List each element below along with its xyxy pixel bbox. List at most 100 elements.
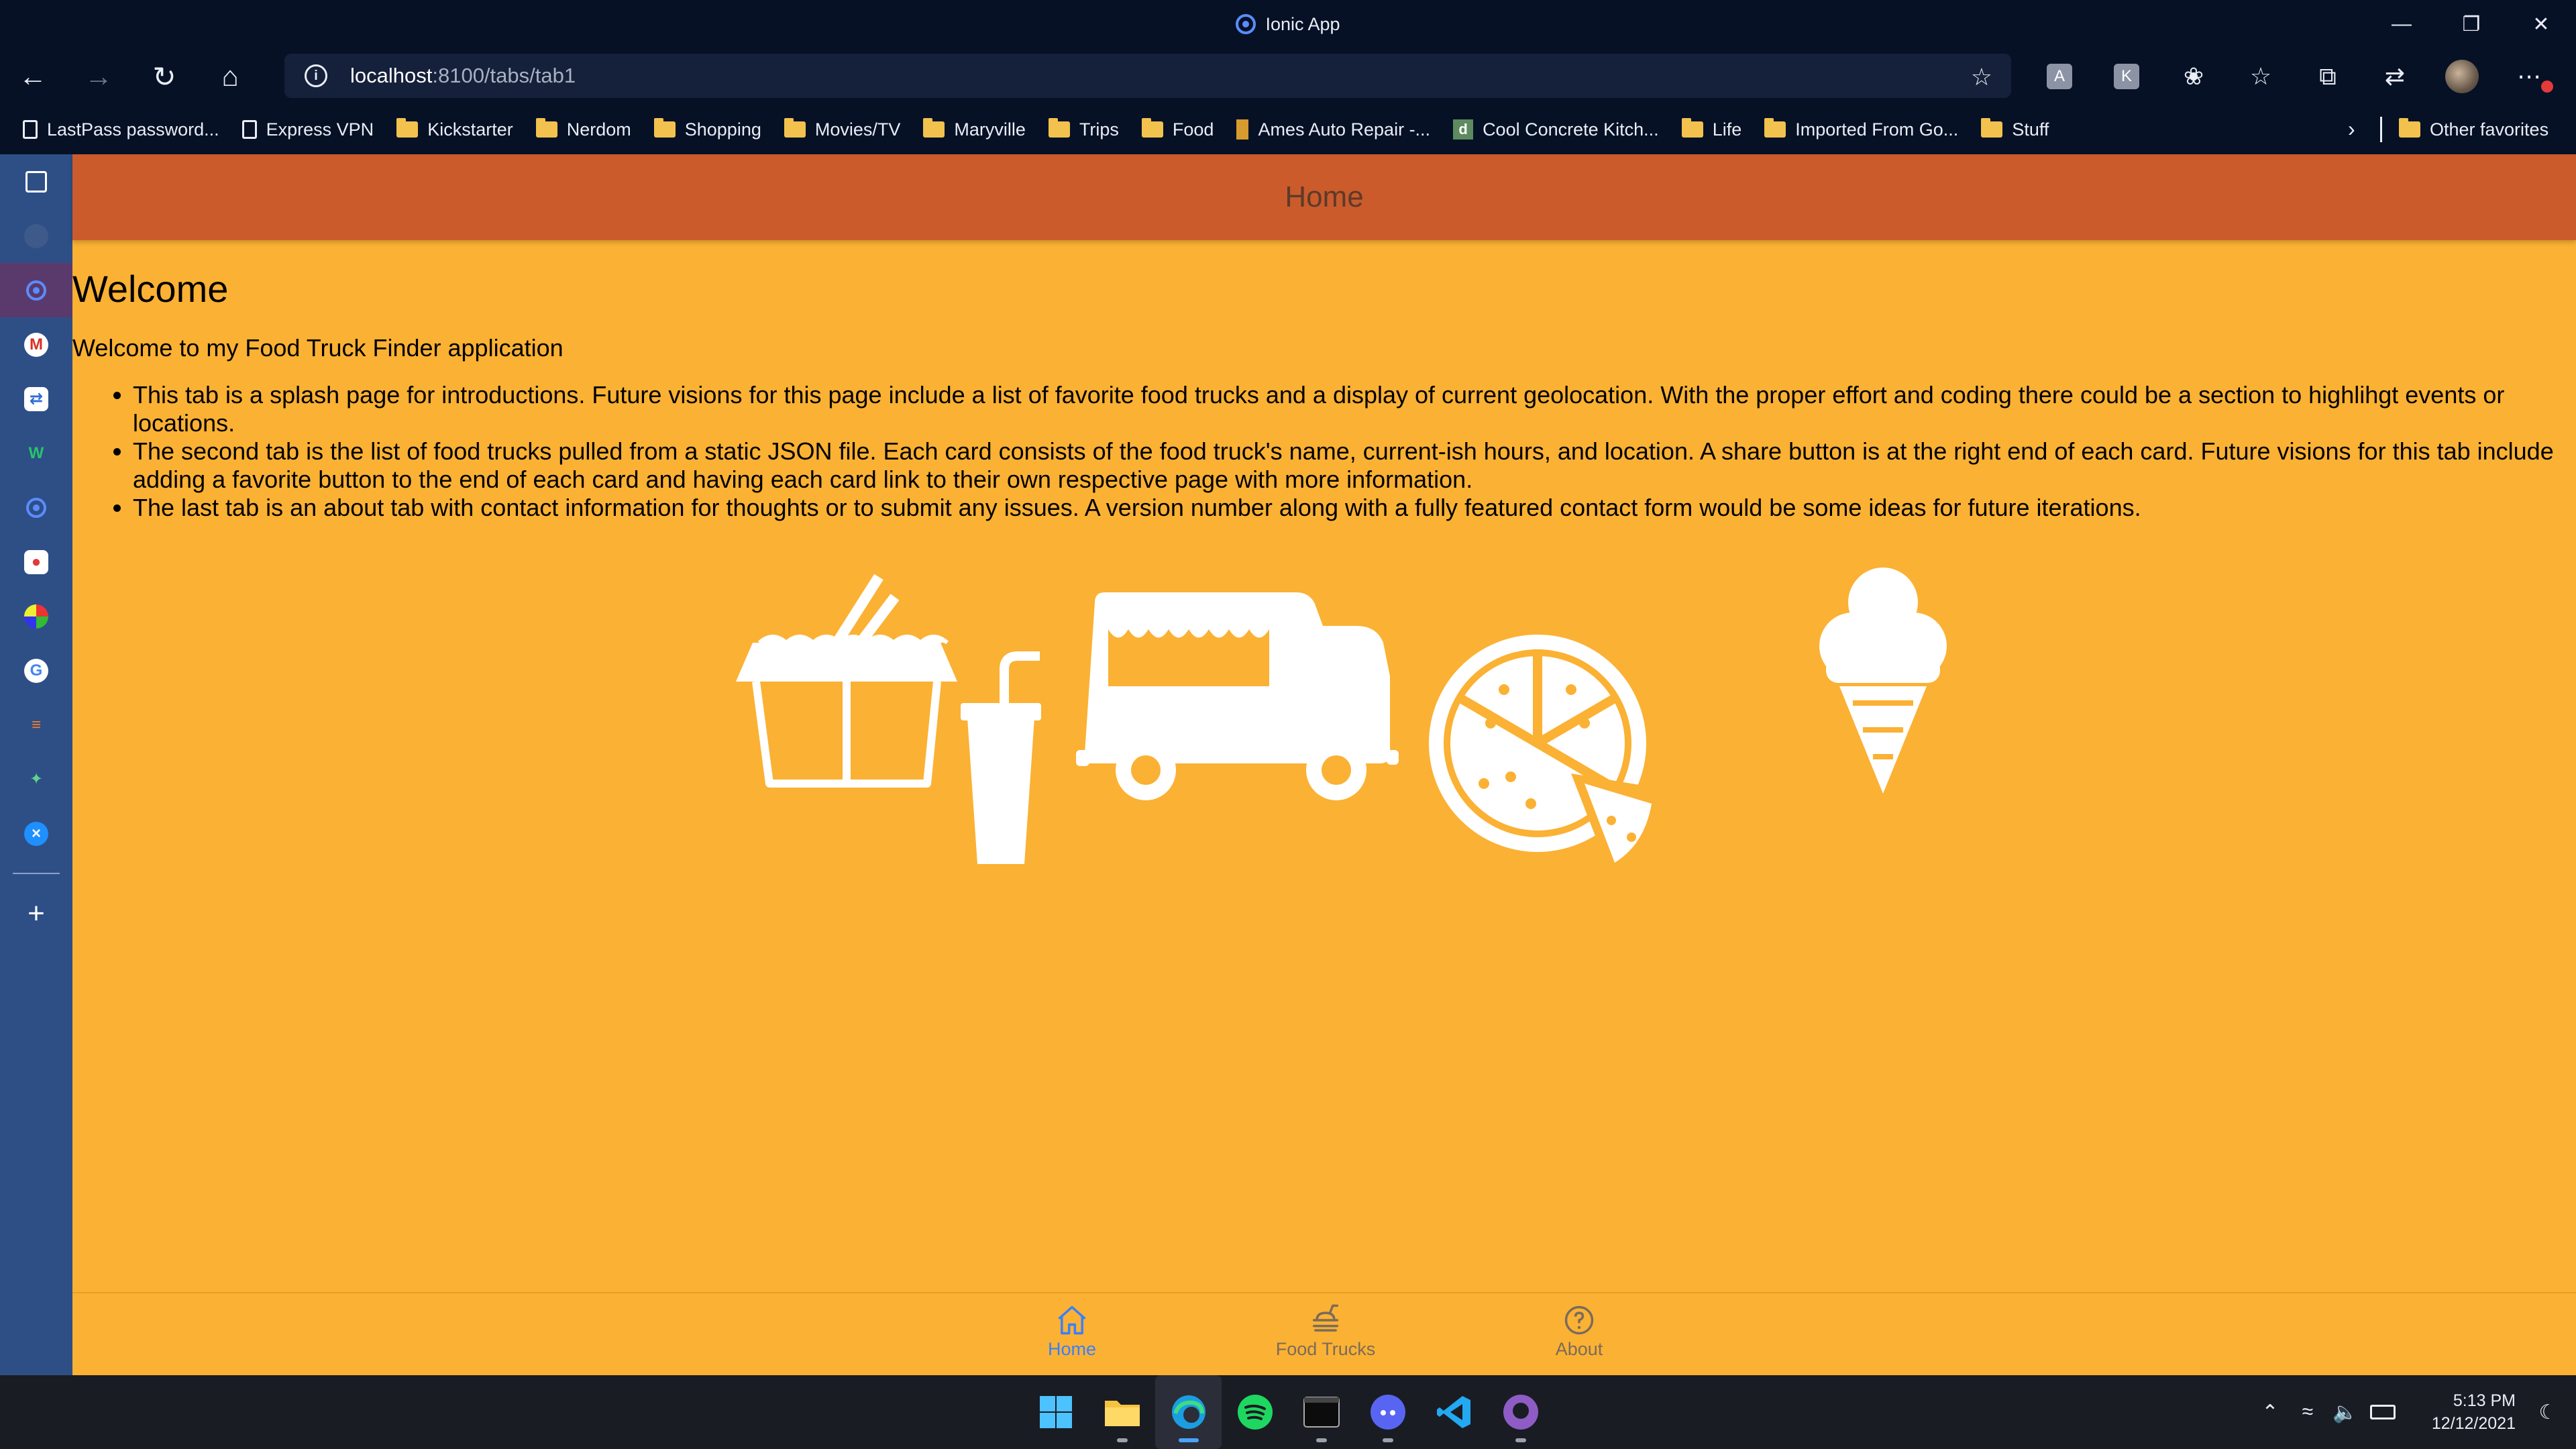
sidebar-tab-actions[interactable] [0,154,72,209]
sync-icon: ⇄ [2384,62,2406,90]
folder-icon [535,118,557,138]
battery-button[interactable] [2364,1375,2402,1449]
clock-button[interactable]: 5:13 PM 12/12/2021 [2402,1389,2516,1435]
browser-toolbar: ← → ↻ ⌂ i localhost:8100/tabs/tab1 ☆ A K… [0,48,2576,105]
sidebar-ionic-tab[interactable] [0,263,72,317]
bookmark-item[interactable]: Food [1141,118,1214,140]
bookmark-item[interactable]: LastPass password... [23,119,219,140]
sidebar-xbox[interactable]: × [0,806,72,861]
extension-k-button[interactable]: K [2093,48,2160,105]
bookmark-label: Food [1172,119,1214,140]
show-hidden-icons-button[interactable]: ⌃ [2251,1375,2289,1449]
bookmark-item[interactable]: Ames Auto Repair -... [1236,119,1430,140]
sidebar-stack[interactable]: ≡ [0,698,72,752]
add-favorite-icon[interactable]: ☆ [1971,63,1992,91]
close-window-button[interactable]: ✕ [2506,0,2576,48]
github-desktop-button[interactable] [1487,1375,1554,1449]
refresh-button[interactable]: ↻ [131,48,197,105]
sidebar-gmail[interactable]: M [0,317,72,372]
bookmark-item[interactable]: Trips [1048,118,1119,140]
address-bar[interactable]: i localhost:8100/tabs/tab1 ☆ [284,54,2011,98]
bookmark-label: Maryville [954,119,1026,140]
bookmark-label: Express VPN [266,119,374,140]
terminal-icon [1303,1397,1340,1428]
sidebar-github-dim[interactable] [0,209,72,263]
site-info-icon[interactable]: i [305,64,327,87]
tab-about[interactable]: About [1512,1303,1646,1360]
sidebar-add-button[interactable]: + [0,886,72,941]
list-item: This tab is a splash page for introducti… [133,381,2568,437]
site-icon [1236,119,1249,140]
color-wheel-icon [24,604,48,629]
site-icon: d [1453,119,1474,140]
terminal-button[interactable] [1288,1375,1354,1449]
extensions-button[interactable]: ❀ [2160,48,2227,105]
notification-badge [2541,80,2553,93]
edge-taskbar-button[interactable] [1155,1375,1222,1449]
back-button[interactable]: ← [0,48,66,105]
bookmark-item[interactable]: Nerdom [535,118,631,140]
notifications-button[interactable]: ☾ [2529,1375,2567,1449]
favorites-button[interactable]: ☆ [2227,48,2294,105]
sidebar-app-w[interactable]: W [0,426,72,480]
food-illustration [736,568,1947,877]
file-explorer-icon [1104,1401,1140,1426]
tab-home[interactable]: Home [1005,1303,1139,1360]
feature-list: This tab is a splash page for introducti… [72,381,2568,522]
other-favorites-button[interactable]: Other favorites [2399,105,2548,154]
sidebar-app-a[interactable]: ⇄ [0,372,72,426]
wifi-button[interactable]: ≈ [2289,1375,2326,1449]
running-indicator [1316,1438,1327,1442]
red-app-icon: ● [24,549,48,574]
bookmark-item[interactable]: Shopping [653,118,761,140]
sidebar-google[interactable]: G [0,643,72,698]
home-icon [1058,1305,1086,1335]
list-item: The last tab is an about tab with contac… [133,494,2568,522]
extension-a-button[interactable]: A [2026,48,2093,105]
intro-text: Welcome to my Food Truck Finder applicat… [72,334,564,362]
folder-icon [2399,118,2420,138]
sidebar-app-color[interactable] [0,589,72,643]
sidebar-ionic-2[interactable] [0,480,72,535]
discord-icon [1370,1395,1405,1430]
file-explorer-button[interactable] [1089,1375,1155,1449]
ionic-app-icon [26,497,46,518]
sidebar-app-red[interactable]: ● [0,535,72,589]
settings-more-button[interactable]: ⋯ [2496,48,2563,105]
bookmark-item[interactable]: Life [1681,118,1741,140]
window-title-text: Ionic App [1265,13,1340,34]
bookmark-item[interactable]: Stuff [1981,118,2049,140]
browser-extensions: A K ❀ ☆ ⧉ ⇄ ⋯ [2026,48,2563,105]
bookmark-item[interactable]: d Cool Concrete Kitch... [1453,119,1659,140]
forward-button[interactable]: → [66,48,131,105]
start-button[interactable] [1022,1375,1089,1449]
ionic-logo-icon [1236,14,1256,34]
collections-button[interactable]: ⧉ [2294,48,2361,105]
discord-button[interactable] [1354,1375,1421,1449]
google-icon: G [24,658,48,683]
bookmark-item[interactable]: Kickstarter [396,118,513,140]
home-browser-button[interactable]: ⌂ [197,48,263,105]
sync-button[interactable]: ⇄ [2361,48,2428,105]
volume-button[interactable]: 🔈 [2326,1375,2364,1449]
bookmark-item[interactable]: Maryville [923,118,1026,140]
restore-button[interactable]: ❐ [2436,0,2506,48]
more-bookmarks-chevron-icon[interactable]: › [2348,117,2355,142]
spotify-button[interactable] [1222,1375,1288,1449]
x-app-icon: × [24,821,48,846]
bookmark-item[interactable]: Express VPN [241,119,374,140]
list-item: The second tab is the list of food truck… [133,437,2568,494]
running-indicator [1179,1438,1199,1442]
url-host: localhost [350,64,433,87]
bookmark-item[interactable]: Imported From Go... [1764,118,1958,140]
tab-food-trucks[interactable]: Food Trucks [1258,1303,1393,1360]
minimize-button[interactable]: — [2367,0,2436,48]
vscode-button[interactable] [1421,1375,1487,1449]
ionic-app: Home Welcome Welcome to my Food Truck Fi… [72,154,2576,1377]
favorites-bar: LastPass password... Express VPN Kickstart… [0,105,2576,154]
url-text[interactable]: localhost:8100/tabs/tab1 [350,64,576,88]
sidebar-spark[interactable]: ✦ [0,752,72,806]
bookmark-item[interactable]: Movies/TV [784,118,900,140]
profile-button[interactable] [2428,48,2496,105]
taskbar-apps [1022,1375,1554,1449]
